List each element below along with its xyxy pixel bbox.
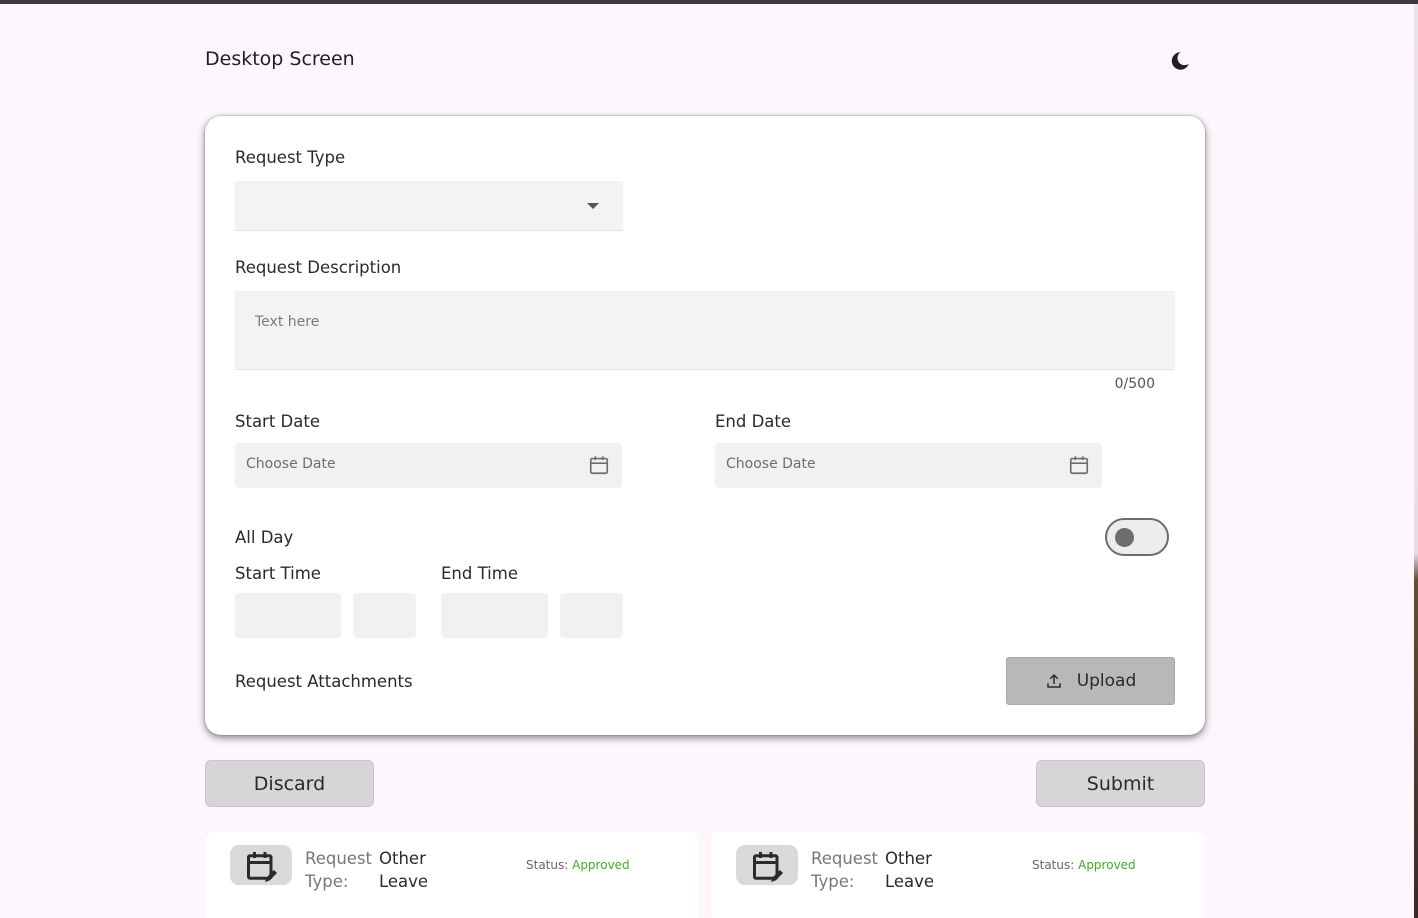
request-description-input[interactable]: Text here [235, 291, 1175, 370]
edit-calendar-icon-box [230, 845, 292, 885]
status-caption: Status: [526, 858, 569, 872]
status-badge: Approved [1078, 858, 1136, 872]
request-card[interactable]: Request Type: Other Leave Status: Approv… [205, 832, 699, 918]
request-form-card: Request Type Request Description Text he… [205, 116, 1205, 735]
status-badge: Approved [572, 858, 630, 872]
window-top-border [0, 0, 1418, 4]
description-char-counter: 0/500 [1114, 376, 1155, 392]
upload-button[interactable]: Upload [1006, 657, 1175, 705]
start-time-hour-input[interactable] [235, 593, 341, 638]
upload-icon [1046, 673, 1061, 688]
discard-button[interactable]: Discard [205, 760, 374, 807]
calendar-icon[interactable] [588, 454, 610, 476]
request-type-caption: Request Type: [811, 849, 879, 891]
request-type-value: Other Leave [379, 849, 429, 891]
status-caption: Status: [1032, 858, 1075, 872]
request-status: Status: Approved [526, 858, 630, 872]
all-day-label: All Day [235, 528, 294, 547]
upload-button-label: Upload [1076, 671, 1137, 691]
edit-calendar-icon-box [736, 845, 798, 885]
end-time-minute-input[interactable] [560, 593, 623, 638]
window-right-edge [1414, 4, 1418, 918]
end-date-placeholder: Choose Date [726, 456, 816, 472]
request-type-label: Request Type [235, 148, 346, 167]
dropdown-caret-icon [587, 203, 599, 209]
moon-icon [1171, 52, 1189, 70]
start-date-label: Start Date [235, 412, 320, 431]
edit-calendar-icon [247, 852, 277, 882]
request-card[interactable]: Request Type: Other Leave Status: Approv… [711, 832, 1205, 918]
submit-button[interactable]: Submit [1036, 760, 1205, 807]
request-attachments-label: Request Attachments [235, 672, 413, 691]
end-time-label: End Time [441, 564, 518, 583]
toggle-knob [1115, 528, 1134, 547]
calendar-icon[interactable] [1068, 454, 1090, 476]
theme-toggle-button[interactable] [1166, 47, 1194, 75]
end-date-field[interactable]: Choose Date [715, 443, 1102, 488]
start-time-minute-input[interactable] [353, 593, 416, 638]
end-date-label: End Date [715, 412, 792, 431]
request-type-select[interactable] [235, 181, 623, 231]
request-type-caption: Request Type: [305, 849, 373, 891]
request-type-value: Other Leave [885, 849, 935, 891]
start-date-placeholder: Choose Date [246, 456, 336, 472]
start-date-field[interactable]: Choose Date [235, 443, 622, 488]
page-title: Desktop Screen [205, 48, 355, 70]
start-time-label: Start Time [235, 564, 321, 583]
end-time-hour-input[interactable] [441, 593, 548, 638]
request-description-label: Request Description [235, 258, 402, 277]
request-status: Status: Approved [1032, 858, 1136, 872]
edit-calendar-icon [753, 852, 783, 882]
all-day-toggle[interactable] [1105, 518, 1169, 556]
